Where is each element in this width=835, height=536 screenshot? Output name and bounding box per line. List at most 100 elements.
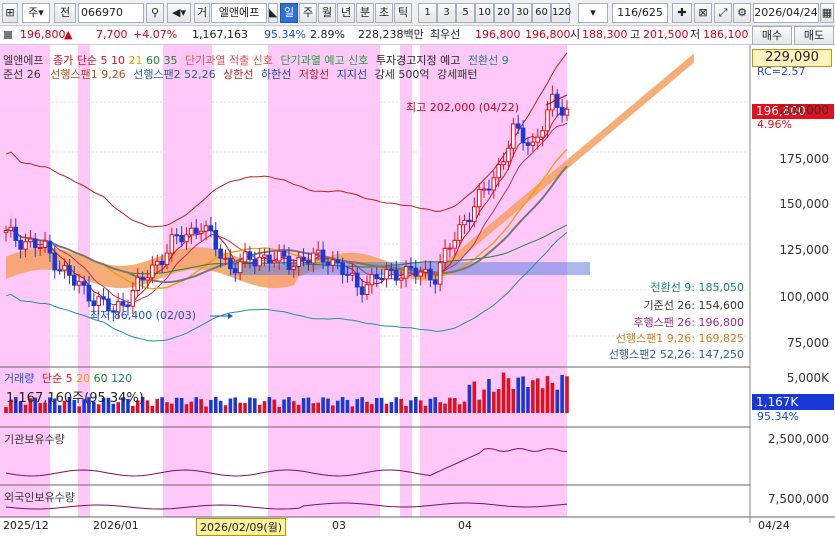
candle-body (3, 229, 9, 233)
volume-bar (423, 405, 428, 413)
legend-pattern[interactable]: 강세패턴 (437, 68, 477, 81)
period-tab-0[interactable]: 일 (280, 3, 298, 23)
volume-bar (545, 376, 550, 413)
candle-body (18, 239, 23, 250)
candle-body (559, 106, 565, 116)
volume-bar (506, 378, 511, 413)
candle-body (491, 177, 497, 191)
candle-body (208, 225, 214, 232)
jeon-button[interactable]: 전 (54, 3, 76, 23)
candle-body (193, 227, 199, 234)
volume-bar (282, 399, 286, 413)
price-axis-label: 175,000 (779, 152, 829, 166)
period-tab-6[interactable]: 틱 (394, 3, 412, 23)
volume-ma60[interactable]: 60 (94, 372, 108, 385)
sell-button[interactable]: 매도 (794, 26, 834, 45)
candle-body (379, 278, 384, 281)
volume-ma20[interactable]: 20 (76, 372, 90, 385)
volume-label[interactable]: 거래량 (4, 372, 34, 385)
window-icon[interactable]: ⊞ (2, 3, 18, 23)
period-tab-2[interactable]: 월 (318, 3, 336, 23)
volume-bar (433, 397, 438, 413)
quote-bar: 196,800 ▲ 7,700 +4.07% 1,167,163 95.34% … (0, 26, 835, 45)
volume-ma[interactable]: 단순 5 (42, 372, 73, 385)
legend-resistance[interactable]: 저항선 (299, 68, 329, 81)
period-tab-4[interactable]: 분 (356, 3, 374, 23)
date-04: 04 (458, 519, 472, 532)
volume-bar (292, 401, 296, 413)
interval-tab-120[interactable]: 120 (551, 3, 571, 23)
rc-value: RC=2.57 (757, 65, 806, 78)
volume-bar (467, 384, 472, 413)
volume-title: 거래량 단순 5 20 60 120 (4, 370, 132, 386)
candle-body (345, 273, 350, 276)
calendar-icon[interactable]: ▦ (820, 3, 834, 23)
legend-span2[interactable]: 선행스팬2 52,26 (133, 68, 215, 81)
candle-body (393, 269, 399, 281)
candle-body (315, 249, 321, 254)
volume-bar (306, 397, 311, 413)
grid-icon[interactable]: ⊠ (694, 3, 712, 23)
volume-bar (492, 391, 496, 413)
period-tab-5[interactable]: 초 (375, 3, 393, 23)
speaker-icon[interactable]: ◀▾ (167, 3, 191, 23)
period-tab-1[interactable]: 주 (299, 3, 317, 23)
interval-tab-60[interactable]: 60 (532, 3, 551, 23)
geo-button[interactable]: 거 (194, 3, 210, 23)
gear-icon[interactable]: ⚙ (733, 3, 751, 23)
add-icon[interactable]: ✚ (672, 3, 692, 23)
volume-ma120[interactable]: 120 (111, 372, 132, 385)
expand-icon[interactable]: ⤢ (714, 3, 732, 23)
volume-bar (77, 406, 81, 413)
open-value: 188,300 (582, 28, 628, 41)
candle-body (442, 247, 448, 264)
ichi-lagging: 후행스팬 26: 196,800 (633, 316, 744, 329)
volume-bar (370, 404, 374, 413)
volume-bar (262, 401, 267, 413)
high-value: 201,500 (643, 28, 689, 41)
legend-lower[interactable]: 하한선 (261, 68, 291, 81)
candle-body (267, 254, 272, 264)
legend-upper[interactable]: 상한선 (223, 68, 253, 81)
candle-body (223, 257, 228, 260)
volume-bar (535, 378, 540, 413)
volume-bar (233, 397, 238, 413)
interval-tab-20[interactable]: 20 (494, 3, 513, 23)
market-select[interactable]: 주▾ (22, 3, 50, 23)
code-input[interactable]: 066970 (78, 3, 144, 23)
volume-bar (550, 382, 555, 413)
interval-tab-10[interactable]: 10 (475, 3, 494, 23)
volume-bar (565, 376, 569, 413)
legend-base[interactable]: 준선 26 (3, 68, 41, 81)
inst-title[interactable]: 기관보유수량 (4, 431, 65, 447)
current-price: 196,800 (20, 28, 66, 41)
candle-body (428, 268, 433, 281)
volume-bar (213, 397, 218, 413)
best-buy: 196,800 (525, 28, 571, 41)
legend-support[interactable]: 지지선 (337, 68, 367, 81)
ichi-base: 기준선 26: 154,600 (643, 299, 744, 312)
candle-body (23, 241, 28, 250)
interval-tab-3[interactable]: 3 (437, 3, 456, 23)
candle-body (228, 257, 233, 270)
candle-body (457, 224, 462, 241)
volume-bar (384, 403, 389, 413)
candle-body (530, 141, 536, 146)
flag-icon[interactable]: ◣ (268, 3, 278, 23)
interval-tab-30[interactable]: 30 (513, 3, 532, 23)
legend-span1[interactable]: 선행스팬1 9,26 (50, 68, 125, 81)
search-icon[interactable]: ⚲ (146, 3, 164, 23)
buy-button[interactable]: 매수 (752, 26, 792, 45)
date-input[interactable]: 2026/04/24 (753, 3, 819, 23)
period-tab-3[interactable]: 년 (337, 3, 355, 23)
candle-body (540, 130, 545, 138)
foreign-title[interactable]: 외국인보유수량 (4, 489, 75, 505)
change-value: 7,700 (96, 28, 128, 41)
legend-strong[interactable]: 강세 500억 (375, 68, 430, 81)
interval-tab-5[interactable]: 5 (456, 3, 475, 23)
interval-select[interactable]: ▾ (578, 3, 608, 23)
interval-tab-1[interactable]: 1 (418, 3, 437, 23)
price-axis-label: 100,000 (779, 290, 829, 304)
open-label: 시 (570, 28, 581, 41)
volume-bar (321, 397, 325, 413)
